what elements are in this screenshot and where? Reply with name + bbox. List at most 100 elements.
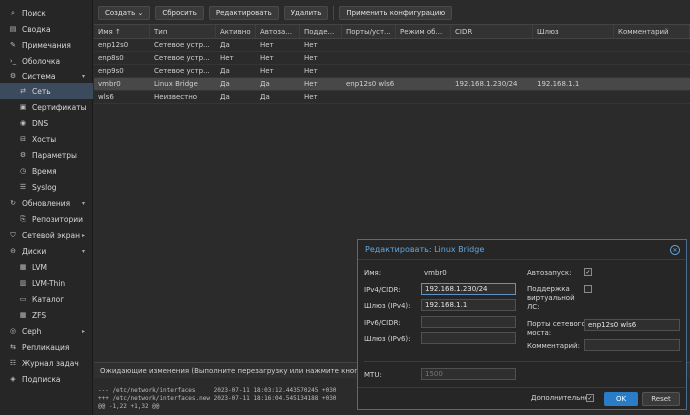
- ipv4-cidr-input[interactable]: 192.168.1.230/24: [421, 283, 516, 295]
- sidebar-item-15[interactable]: ⛉ Сетевой экран ▸: [0, 227, 93, 243]
- autostart-checkbox[interactable]: ✓: [584, 268, 592, 276]
- sidebar-item-23[interactable]: ☷ Журнал задач: [0, 355, 93, 371]
- sidebar-item-20[interactable]: ▦ ZFS: [0, 307, 93, 323]
- sidebar-item-2[interactable]: ▤ Сводка: [0, 21, 93, 37]
- column-header[interactable]: Режим об...: [396, 25, 451, 38]
- column-header[interactable]: Подде...: [300, 25, 342, 38]
- close-icon[interactable]: ✕: [670, 245, 680, 255]
- advanced-checkbox[interactable]: ✓: [586, 394, 594, 402]
- table-cell: [342, 52, 396, 64]
- table-cell: Сетевое устр...: [154, 67, 210, 75]
- sidebar-item-4[interactable]: ›_ Оболочка: [0, 53, 93, 69]
- column-header[interactable]: Имя ↑: [94, 25, 150, 38]
- edit-button[interactable]: Редактировать: [208, 6, 279, 20]
- table-cell: Linux Bridge: [154, 80, 198, 88]
- certificate-icon: ▣: [19, 103, 27, 111]
- column-header[interactable]: CIDR: [451, 25, 533, 38]
- hosts-icon: ⊟: [20, 135, 26, 143]
- dialog-title: Редактировать: Linux Bridge: [358, 240, 686, 260]
- sidebar-item-label: Обновления: [22, 198, 71, 208]
- gear-icon: ⚙: [9, 72, 17, 80]
- sidebar-item-label: Сетевой экран: [22, 230, 81, 240]
- column-header[interactable]: Тип: [150, 25, 216, 38]
- dialog-divider: [364, 361, 682, 362]
- delete-button[interactable]: Удалить: [283, 6, 329, 20]
- shield-icon: ⛉: [10, 230, 16, 239]
- sidebar-item-24[interactable]: ◈ Подписка: [0, 371, 93, 387]
- sidebar-item-7[interactable]: ▣ Сертификаты: [0, 99, 93, 115]
- terminal-icon: ›_: [9, 57, 17, 65]
- table-cell: Да: [220, 80, 230, 88]
- sidebar-item-label: Ceph: [22, 326, 42, 336]
- table-row[interactable]: enp12s0 Сетевое устр... Да Нет Нет: [94, 39, 690, 52]
- bridge-ports-input[interactable]: enp12s0 wls6: [584, 319, 680, 331]
- column-header[interactable]: Активно: [216, 25, 256, 38]
- search-icon: ⌕: [11, 8, 15, 17]
- sidebar-item-14[interactable]: ⎘ Репозитории: [0, 211, 93, 227]
- sidebar-item-21[interactable]: ◎ Ceph ▸: [0, 323, 93, 339]
- sidebar-item-18[interactable]: ▥ LVM-Thin: [0, 275, 93, 291]
- table-row[interactable]: enp9s0 Сетевое устр... Да Нет Нет: [94, 65, 690, 78]
- summary-icon: ▤: [9, 25, 17, 33]
- ok-button[interactable]: OK: [604, 392, 638, 406]
- table-row[interactable]: vmbr0 Linux Bridge Да Да Нет enp12s0 wls6 192.…: [94, 78, 690, 91]
- table-cell: [451, 91, 533, 103]
- table-cell: [396, 65, 451, 77]
- sidebar-item-13[interactable]: ↻ Обновления ▾: [0, 195, 93, 211]
- grid-header: Имя ↑ Тип Активно Автоза... Подде... Порты/ус…: [94, 24, 690, 39]
- comment-input[interactable]: [584, 339, 680, 351]
- chevron-down-icon[interactable]: ▾: [82, 200, 85, 207]
- vlan-aware-checkbox[interactable]: [584, 285, 592, 293]
- pending-diff: --- /etc/network/interfaces 2023-07-11 1…: [98, 387, 337, 410]
- table-cell: [614, 65, 690, 77]
- table-cell: [396, 39, 451, 51]
- zfs-icon: ▦: [19, 311, 27, 319]
- reset-button[interactable]: Reset: [642, 392, 680, 406]
- sidebar-item-1[interactable]: ⌕ Поиск: [0, 5, 93, 21]
- column-header[interactable]: Шлюз: [533, 25, 614, 38]
- table-cell: Да: [260, 80, 270, 88]
- table-cell: [451, 52, 533, 64]
- sidebar-item-12[interactable]: ☰ Syslog: [0, 179, 93, 195]
- table-cell: Нет: [260, 67, 274, 75]
- sidebar-item-22[interactable]: ⇆ Репликация: [0, 339, 93, 355]
- sidebar-item-label: Syslog: [32, 182, 57, 192]
- revert-button[interactable]: Сбросить: [155, 6, 204, 20]
- ipv6-cidr-input[interactable]: [421, 316, 516, 328]
- globe-icon: ◉: [19, 119, 27, 127]
- sidebar-item-16[interactable]: ⊖ Диски ▾: [0, 243, 93, 259]
- table-cell: [342, 39, 396, 51]
- sidebar-item-19[interactable]: ▭ Каталог: [0, 291, 93, 307]
- table-cell: [614, 78, 690, 90]
- table-row[interactable]: wls6 Неизвестно Да Да Нет: [94, 91, 690, 104]
- mtu-input[interactable]: 1500: [421, 368, 516, 380]
- chevron-right-icon[interactable]: ▸: [82, 328, 85, 335]
- gateway-ipv4-input[interactable]: 192.168.1.1: [421, 299, 516, 311]
- chevron-down-icon[interactable]: ▾: [82, 248, 85, 255]
- sidebar-item-11[interactable]: ◷ Время: [0, 163, 93, 179]
- table-cell: [614, 52, 690, 64]
- sidebar-item-9[interactable]: ⊟ Хосты: [0, 131, 93, 147]
- bridge-ports-label-line2: моста:: [527, 329, 552, 337]
- table-row[interactable]: enp8s0 Сетевое устр... Нет Нет Нет: [94, 52, 690, 65]
- table-cell: [451, 65, 533, 77]
- table-cell: [533, 65, 614, 77]
- sidebar-item-6[interactable]: ⇄ Сеть: [0, 83, 93, 99]
- sidebar-item-3[interactable]: ✎ Примечания: [0, 37, 93, 53]
- vlan-aware-label-line1: Поддержка: [527, 285, 570, 293]
- chevron-down-icon[interactable]: ▾: [82, 73, 85, 80]
- column-header[interactable]: Комментарий: [614, 25, 690, 38]
- column-header[interactable]: Автоза...: [256, 25, 300, 38]
- sidebar-item-label: Репозитории: [32, 214, 83, 224]
- apply-configuration-button[interactable]: Применить конфигурацию: [339, 6, 453, 20]
- sidebar-item-8[interactable]: ◉ DNS: [0, 115, 93, 131]
- column-header[interactable]: Порты/уст...: [342, 25, 396, 38]
- sidebar-item-label: Оболочка: [22, 56, 61, 66]
- gateway-ipv6-input[interactable]: [421, 332, 516, 344]
- sidebar-item-10[interactable]: ⚙ Параметры: [0, 147, 93, 163]
- sidebar-item-5[interactable]: ⚙ Система ▾: [0, 68, 93, 84]
- edit-linux-bridge-dialog: Редактировать: Linux Bridge ✕ Имя: vmbr0…: [357, 239, 687, 410]
- create-button[interactable]: Создать ⌄: [98, 6, 151, 20]
- chevron-right-icon[interactable]: ▸: [82, 232, 85, 239]
- sidebar-item-17[interactable]: ▦ LVM: [0, 259, 93, 275]
